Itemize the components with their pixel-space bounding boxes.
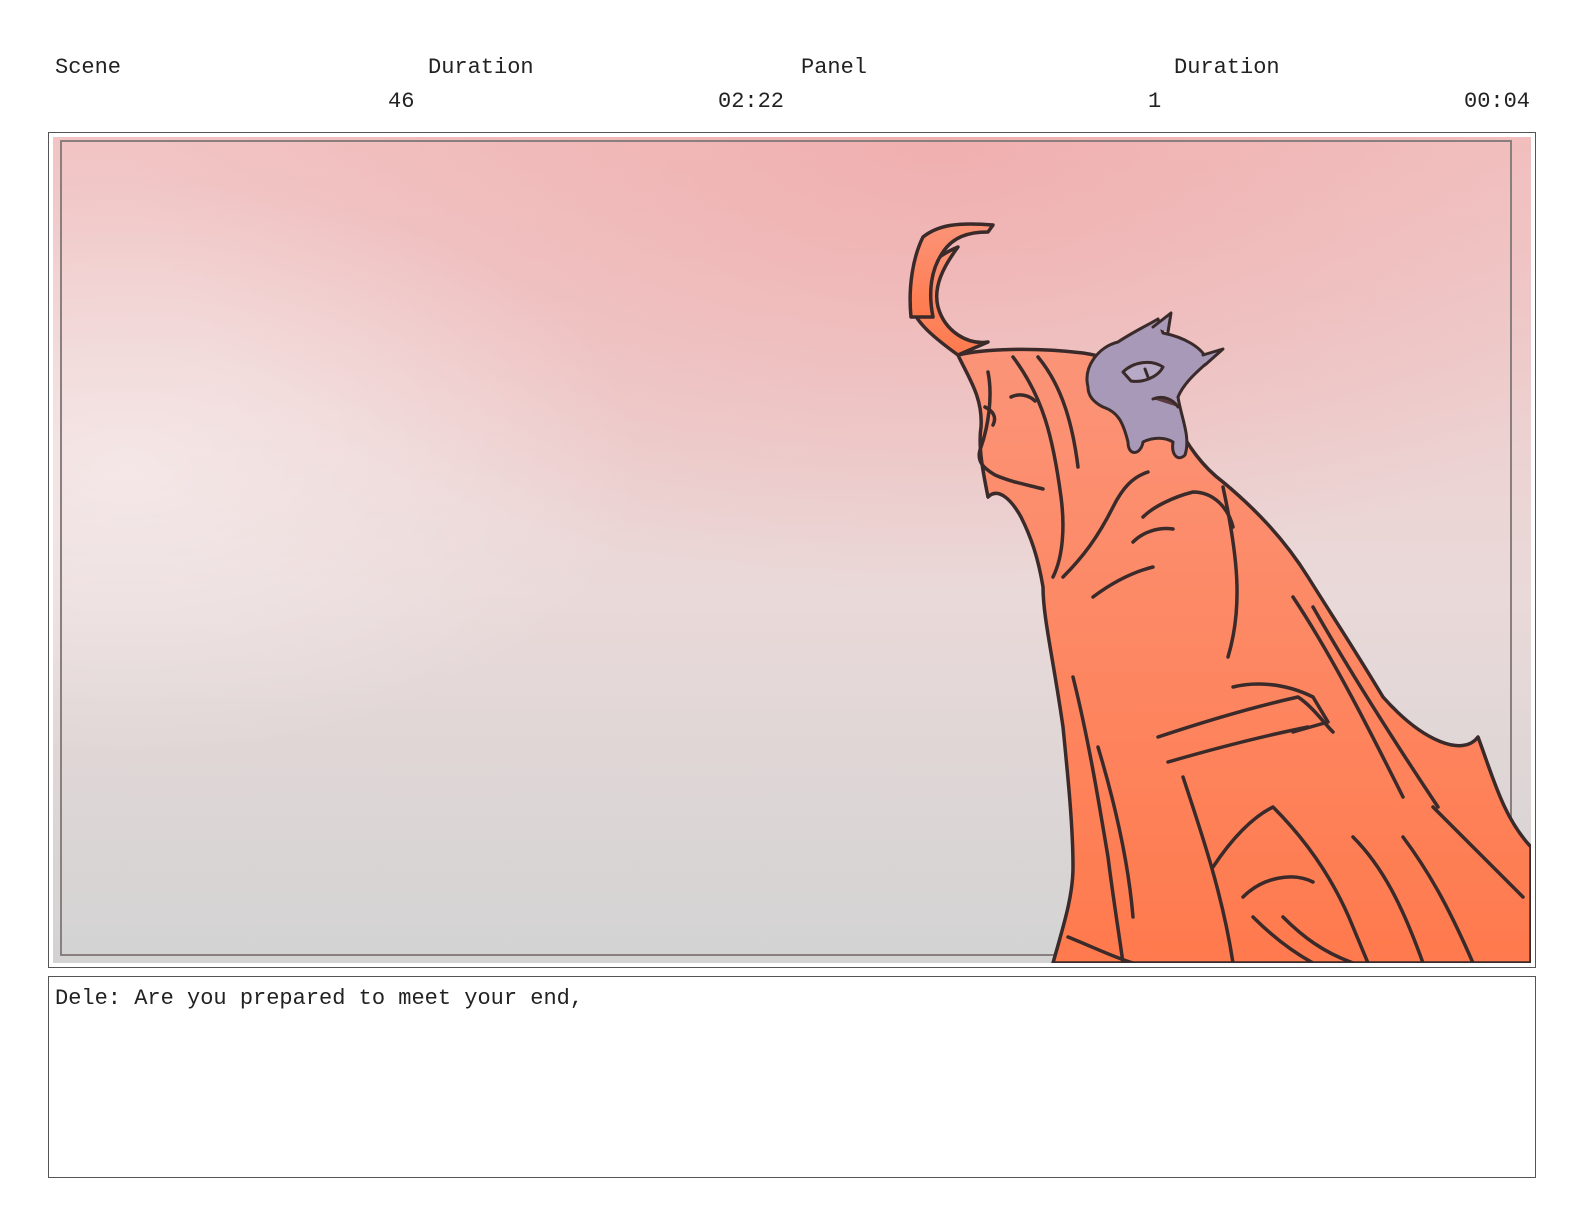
storyboard-panel-frame bbox=[48, 132, 1536, 968]
scene-duration-value: 02:22 bbox=[718, 89, 785, 114]
panel-illustration bbox=[53, 137, 1531, 963]
scene-duration-label: Duration bbox=[428, 55, 534, 80]
panel-label: Panel bbox=[801, 55, 868, 80]
scene-number: 46 bbox=[388, 89, 415, 114]
dialogue-text: Dele: Are you prepared to meet your end, bbox=[55, 986, 584, 1011]
scene-label: Scene bbox=[55, 55, 122, 80]
panel-number: 1 bbox=[1148, 89, 1162, 114]
dialogue-box: Dele: Are you prepared to meet your end, bbox=[48, 976, 1536, 1178]
panel-duration-value: 00:04 bbox=[1464, 89, 1531, 114]
storyboard-panel-image bbox=[53, 137, 1531, 963]
panel-duration-label: Duration bbox=[1174, 55, 1280, 80]
